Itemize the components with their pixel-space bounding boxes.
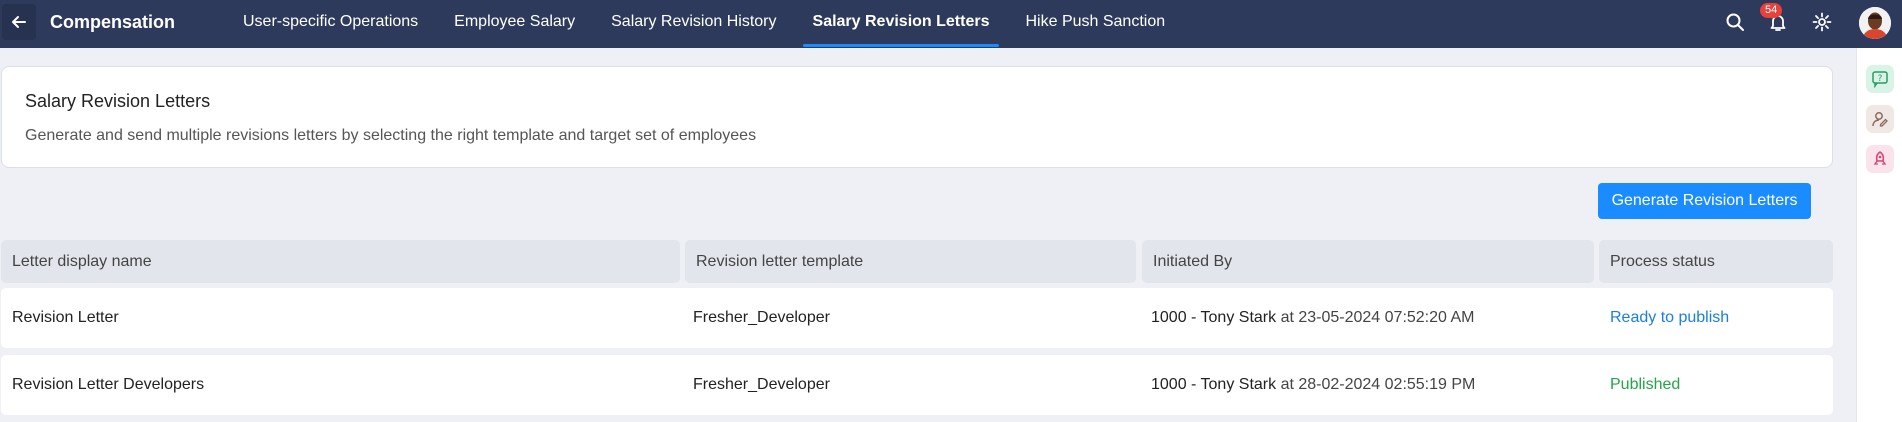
letter-display-name: Revision Letter Developers [12,376,205,393]
help-chat-button[interactable]: ? [1866,65,1894,93]
letter-display-name: Revision Letter [12,309,119,326]
initiated-at: at 23-05-2024 07:52:20 AM [1280,309,1475,326]
user-edit-icon [1872,112,1888,127]
tab-hike-push-sanction[interactable]: Hike Push Sanction [1007,0,1183,48]
svg-text:?: ? [1878,74,1883,84]
generate-revision-letters-button[interactable]: Generate Revision Letters [1598,183,1811,219]
back-button[interactable] [2,4,36,40]
module-tabs: User-specific Operations Employee Salary… [225,0,1183,48]
page-description: Generate and send multiple revisions let… [25,127,757,144]
revision-letter-template: Fresher_Developer [693,376,830,393]
gear-icon[interactable] [1810,10,1834,34]
initiated-at: at 28-02-2024 02:55:19 PM [1280,376,1476,393]
column-header-process-status: Process status [1599,240,1833,283]
search-icon[interactable] [1723,10,1747,34]
tab-user-specific-operations[interactable]: User-specific Operations [225,0,436,48]
initiator-name: 1000 - Tony Stark [1151,309,1277,326]
rocket-button[interactable] [1866,145,1894,173]
initiated-by: 1000 - Tony Stark at 28-02-2024 02:55:19… [1151,355,1475,415]
avatar[interactable] [1859,7,1891,39]
page-title: Salary Revision Letters [25,91,211,111]
table-row[interactable]: Revision Letter Developers Fresher_Devel… [1,355,1833,415]
tab-employee-salary[interactable]: Employee Salary [436,0,593,48]
user-edit-button[interactable] [1866,105,1894,133]
back-arrow-icon [12,16,26,28]
right-side-rail: ? [1856,48,1902,422]
revision-letter-template: Fresher_Developer [693,309,830,326]
table-row[interactable]: Revision Letter Fresher_Developer 1000 -… [1,288,1833,348]
top-navigation-bar: Compensation User-specific Operations Em… [0,0,1902,48]
status-published: Published [1610,376,1681,393]
tab-salary-revision-letters[interactable]: Salary Revision Letters [795,0,1008,48]
initiator-name: 1000 - Tony Stark [1151,376,1277,393]
app-title: Compensation [50,12,176,32]
user-avatar-icon [1859,7,1891,39]
help-chat-icon: ? [1872,71,1888,88]
status-ready-to-publish[interactable]: Ready to publish [1610,288,1729,348]
column-header-revision-letter-template: Revision letter template [685,240,1136,283]
initiated-by: 1000 - Tony Stark at 23-05-2024 07:52:20… [1151,288,1474,348]
tab-salary-revision-history[interactable]: Salary Revision History [593,0,794,48]
column-header-initiated-by: Initiated By [1142,240,1594,283]
column-header-letter-display-name: Letter display name [1,240,680,283]
rocket-icon [1873,151,1887,165]
page-intro-card: Salary Revision Letters Generate and sen… [1,66,1833,168]
notification-count-badge: 54 [1760,3,1783,18]
